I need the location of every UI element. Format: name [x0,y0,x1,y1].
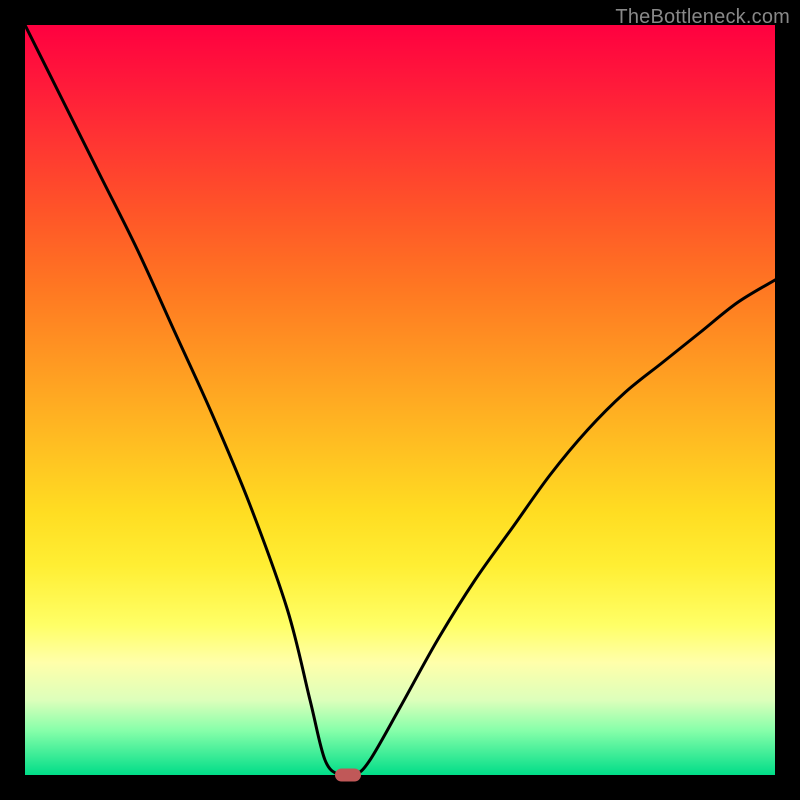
chart-plot-area [25,25,775,775]
watermark-text: TheBottleneck.com [615,6,790,29]
bottleneck-curve [25,25,775,775]
optimum-marker [335,769,361,782]
